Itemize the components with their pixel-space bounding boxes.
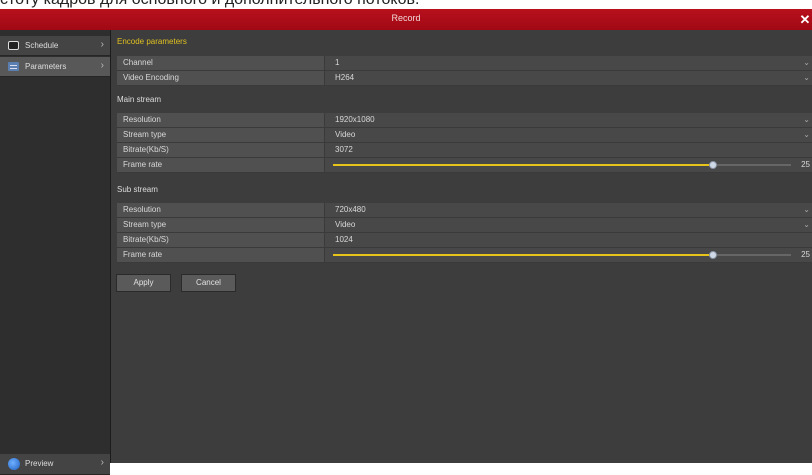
sidebar-item-label: Preview xyxy=(25,459,54,468)
channel-label: Channel xyxy=(117,56,325,70)
preview-icon xyxy=(8,458,20,470)
main-bitrate-label: Bitrate(Kb/S) xyxy=(117,143,325,157)
channel-row: Channel 1 ⌄ xyxy=(117,56,812,71)
chevron-right-icon: › xyxy=(100,39,104,50)
page-caption: стоту кадров для основного и дополнитель… xyxy=(0,0,812,9)
sub-bitrate-input[interactable]: 1024 xyxy=(327,233,812,247)
main-stream-type-row: Stream type Video ⌄ xyxy=(117,128,812,143)
main-stream-type-select[interactable]: Video ⌄ xyxy=(327,128,812,142)
sidebar: Schedule › Parameters › Preview › xyxy=(0,30,111,475)
sidebar-item-parameters[interactable]: Parameters › xyxy=(0,57,110,77)
chevron-down-icon: ⌄ xyxy=(803,73,810,82)
title-bar: Record ✕ xyxy=(0,9,812,30)
chevron-down-icon: ⌄ xyxy=(803,205,810,214)
main-resolution-select[interactable]: 1920x1080 ⌄ xyxy=(327,113,812,127)
video-encoding-row: Video Encoding H264 ⌄ xyxy=(117,71,812,86)
main-stream-type-value: Video xyxy=(335,130,356,139)
channel-select[interactable]: 1 ⌄ xyxy=(327,56,812,70)
main-bitrate-input[interactable]: 3072 xyxy=(327,143,812,157)
chevron-down-icon: ⌄ xyxy=(803,58,810,67)
video-encoding-label: Video Encoding xyxy=(117,71,325,85)
slider-fill xyxy=(333,164,714,166)
sub-stream-heading: Sub stream xyxy=(117,185,158,194)
cancel-button[interactable]: Cancel xyxy=(181,274,236,292)
sidebar-item-schedule[interactable]: Schedule › xyxy=(0,36,110,56)
slider-handle[interactable] xyxy=(709,251,718,259)
slider-fill xyxy=(333,254,714,256)
channel-value: 1 xyxy=(335,58,340,67)
chevron-down-icon: ⌄ xyxy=(803,115,810,124)
main-resolution-value: 1920x1080 xyxy=(335,115,375,124)
main-stream-heading: Main stream xyxy=(117,95,162,104)
apply-button[interactable]: Apply xyxy=(116,274,171,292)
sub-stream-type-select[interactable]: Video ⌄ xyxy=(327,218,812,232)
sub-stream-type-row: Stream type Video ⌄ xyxy=(117,218,812,233)
chevron-down-icon: ⌄ xyxy=(803,130,810,139)
chevron-down-icon: ⌄ xyxy=(803,220,810,229)
sub-resolution-row: Resolution 720x480 ⌄ xyxy=(117,203,812,218)
main-frame-rate-row: Frame rate 25 xyxy=(117,158,812,173)
sub-frame-rate-slider[interactable] xyxy=(333,251,791,259)
chevron-right-icon: › xyxy=(100,60,104,71)
schedule-icon xyxy=(8,41,19,50)
slider-handle[interactable] xyxy=(709,161,718,169)
encode-parameters-heading: Encode parameters xyxy=(117,37,187,46)
sub-frame-rate-value: 25 xyxy=(801,250,810,259)
main-bitrate-value: 3072 xyxy=(335,145,353,154)
main-stream-type-label: Stream type xyxy=(117,128,325,142)
content-panel: Encode parameters Channel 1 ⌄ Video Enco… xyxy=(111,30,812,463)
sub-frame-rate-label: Frame rate xyxy=(117,248,325,262)
main-frame-rate-value: 25 xyxy=(801,160,810,169)
sidebar-item-preview[interactable]: Preview › xyxy=(0,454,110,475)
sub-stream-type-value: Video xyxy=(335,220,356,229)
main-resolution-row: Resolution 1920x1080 ⌄ xyxy=(117,113,812,128)
parameters-icon xyxy=(8,62,19,71)
video-encoding-value: H264 xyxy=(335,73,355,82)
sub-frame-rate-row: Frame rate 25 xyxy=(117,248,812,263)
sub-resolution-label: Resolution xyxy=(117,203,325,217)
main-resolution-label: Resolution xyxy=(117,113,325,127)
sub-resolution-select[interactable]: 720x480 ⌄ xyxy=(327,203,812,217)
video-encoding-select[interactable]: H264 ⌄ xyxy=(327,71,812,85)
sidebar-item-label: Schedule xyxy=(25,41,59,50)
sub-bitrate-value: 1024 xyxy=(335,235,353,244)
sub-bitrate-row: Bitrate(Kb/S) 1024 xyxy=(117,233,812,248)
sub-bitrate-label: Bitrate(Kb/S) xyxy=(117,233,325,247)
main-bitrate-row: Bitrate(Kb/S) 3072 xyxy=(117,143,812,158)
sub-resolution-value: 720x480 xyxy=(335,205,366,214)
main-frame-rate-slider[interactable] xyxy=(333,161,791,169)
close-icon[interactable]: ✕ xyxy=(798,9,812,30)
sub-stream-type-label: Stream type xyxy=(117,218,325,232)
sidebar-item-label: Parameters xyxy=(25,62,67,71)
main-frame-rate-label: Frame rate xyxy=(117,158,325,172)
record-window: Record ✕ Schedule › Parameters › Preview… xyxy=(0,9,812,475)
window-title: Record xyxy=(391,13,421,23)
